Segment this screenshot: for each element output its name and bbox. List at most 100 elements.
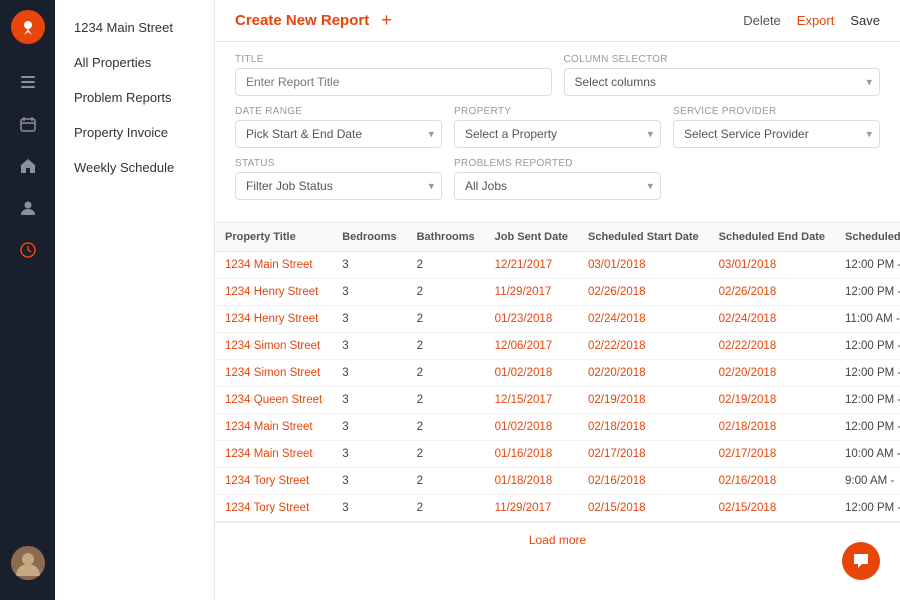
chat-bubble-button[interactable] bbox=[842, 542, 880, 580]
cell-job-sent: 01/02/2018 bbox=[485, 414, 578, 441]
sidebar-item-checklist[interactable] bbox=[10, 64, 46, 100]
title-input[interactable] bbox=[235, 68, 552, 96]
cell-property[interactable]: 1234 Henry Street bbox=[215, 279, 332, 306]
nav-item-all-properties[interactable]: All Properties bbox=[55, 45, 214, 80]
form-row-1: Title Column Selector Select columns bbox=[235, 54, 880, 96]
cell-sched-end: 02/17/2018 bbox=[709, 441, 835, 468]
status-label: Status bbox=[235, 158, 442, 169]
cell-bedrooms: 3 bbox=[332, 333, 406, 360]
property-wrapper: Select a Property bbox=[454, 120, 661, 148]
spacer-group bbox=[673, 158, 880, 200]
problems-reported-label: Problems Reported bbox=[454, 158, 661, 169]
cell-job-sent: 11/29/2017 bbox=[485, 495, 578, 522]
cell-bedrooms: 3 bbox=[332, 468, 406, 495]
cell-property[interactable]: 1234 Simon Street bbox=[215, 333, 332, 360]
sidebar-item-home[interactable] bbox=[10, 148, 46, 184]
cell-sched-start: 02/26/2018 bbox=[578, 279, 709, 306]
service-provider-select[interactable]: Select Service Provider bbox=[673, 120, 880, 148]
cell-property[interactable]: 1234 Tory Street bbox=[215, 468, 332, 495]
cell-bedrooms: 3 bbox=[332, 360, 406, 387]
cell-sched-start: 02/16/2018 bbox=[578, 468, 709, 495]
cell-property[interactable]: 1234 Main Street bbox=[215, 252, 332, 279]
property-group: Property Select a Property bbox=[454, 106, 661, 148]
cell-sched-end: 03/01/2018 bbox=[709, 252, 835, 279]
nav-item-problem-reports[interactable]: Problem Reports bbox=[55, 80, 214, 115]
cell-bedrooms: 3 bbox=[332, 441, 406, 468]
load-more-button[interactable]: Load more bbox=[215, 522, 900, 557]
property-select[interactable]: Select a Property bbox=[454, 120, 661, 148]
app-logo[interactable] bbox=[11, 10, 45, 44]
table-row[interactable]: 1234 Queen Street 3 2 12/15/2017 02/19/2… bbox=[215, 387, 900, 414]
sidebar-item-calendar[interactable] bbox=[10, 106, 46, 142]
sidebar-item-person[interactable] bbox=[10, 190, 46, 226]
service-provider-wrapper: Select Service Provider bbox=[673, 120, 880, 148]
cell-property[interactable]: 1234 Simon Street bbox=[215, 360, 332, 387]
cell-scheduled: 12:00 PM - bbox=[835, 252, 900, 279]
report-form: Title Column Selector Select columns Dat… bbox=[215, 42, 900, 222]
table-row[interactable]: 1234 Main Street 3 2 01/16/2018 02/17/20… bbox=[215, 441, 900, 468]
cell-bathrooms: 2 bbox=[407, 387, 485, 414]
col-bathrooms: Bathrooms bbox=[407, 223, 485, 252]
cell-bathrooms: 2 bbox=[407, 252, 485, 279]
service-provider-label: Service Provider bbox=[673, 106, 880, 117]
cell-property[interactable]: 1234 Queen Street bbox=[215, 387, 332, 414]
page-title: Create New Report bbox=[235, 12, 369, 29]
cell-sched-end: 02/26/2018 bbox=[709, 279, 835, 306]
cell-bathrooms: 2 bbox=[407, 495, 485, 522]
cell-bedrooms: 3 bbox=[332, 279, 406, 306]
table-row[interactable]: 1234 Henry Street 3 2 01/23/2018 02/24/2… bbox=[215, 306, 900, 333]
table-row[interactable]: 1234 Simon Street 3 2 12/06/2017 02/22/2… bbox=[215, 333, 900, 360]
sidebar-item-clock[interactable] bbox=[10, 232, 46, 268]
add-report-button[interactable]: + bbox=[381, 10, 392, 31]
cell-bedrooms: 3 bbox=[332, 414, 406, 441]
cell-property[interactable]: 1234 Tory Street bbox=[215, 495, 332, 522]
export-button[interactable]: Export bbox=[797, 13, 835, 28]
table-row[interactable]: 1234 Main Street 3 2 01/02/2018 02/18/20… bbox=[215, 414, 900, 441]
save-button[interactable]: Save bbox=[850, 13, 880, 28]
cell-bathrooms: 2 bbox=[407, 441, 485, 468]
date-range-select[interactable]: Pick Start & End Date bbox=[235, 120, 442, 148]
status-select[interactable]: Filter Job Status bbox=[235, 172, 442, 200]
date-range-label: Date Range bbox=[235, 106, 442, 117]
problems-reported-select[interactable]: All Jobs bbox=[454, 172, 661, 200]
title-label: Title bbox=[235, 54, 552, 65]
cell-property[interactable]: 1234 Main Street bbox=[215, 414, 332, 441]
table-row[interactable]: 1234 Tory Street 3 2 01/18/2018 02/16/20… bbox=[215, 468, 900, 495]
cell-sched-end: 02/19/2018 bbox=[709, 387, 835, 414]
main-content: Create New Report + Delete Export Save T… bbox=[215, 0, 900, 600]
user-avatar[interactable] bbox=[11, 546, 45, 580]
cell-sched-end: 02/18/2018 bbox=[709, 414, 835, 441]
service-provider-group: Service Provider Select Service Provider bbox=[673, 106, 880, 148]
col-scheduled-start-date: Scheduled Start Date bbox=[578, 223, 709, 252]
cell-scheduled: 10:00 AM - bbox=[835, 441, 900, 468]
table-row[interactable]: 1234 Tory Street 3 2 11/29/2017 02/15/20… bbox=[215, 495, 900, 522]
cell-job-sent: 01/02/2018 bbox=[485, 360, 578, 387]
column-selector-select[interactable]: Select columns bbox=[564, 68, 881, 96]
table-row[interactable]: 1234 Simon Street 3 2 01/02/2018 02/20/2… bbox=[215, 360, 900, 387]
cell-sched-start: 02/22/2018 bbox=[578, 333, 709, 360]
table-row[interactable]: 1234 Henry Street 3 2 11/29/2017 02/26/2… bbox=[215, 279, 900, 306]
title-group: Title bbox=[235, 54, 552, 96]
cell-sched-start: 02/15/2018 bbox=[578, 495, 709, 522]
col-scheduled-end-date: Scheduled End Date bbox=[709, 223, 835, 252]
nav-item-weekly-schedule[interactable]: Weekly Schedule bbox=[55, 150, 214, 185]
table-row[interactable]: 1234 Main Street 3 2 12/21/2017 03/01/20… bbox=[215, 252, 900, 279]
nav-item-property-invoice[interactable]: Property Invoice bbox=[55, 115, 214, 150]
cell-bedrooms: 3 bbox=[332, 306, 406, 333]
data-table-container[interactable]: Property Title Bedrooms Bathrooms Job Se… bbox=[215, 222, 900, 600]
cell-sched-start: 02/20/2018 bbox=[578, 360, 709, 387]
date-range-group: Date Range Pick Start & End Date bbox=[235, 106, 442, 148]
header-actions: Delete Export Save bbox=[743, 13, 880, 28]
cell-bedrooms: 3 bbox=[332, 252, 406, 279]
cell-scheduled: 11:00 AM - bbox=[835, 306, 900, 333]
cell-sched-start: 02/19/2018 bbox=[578, 387, 709, 414]
column-selector-wrapper: Select columns bbox=[564, 68, 881, 96]
cell-job-sent: 12/21/2017 bbox=[485, 252, 578, 279]
cell-property[interactable]: 1234 Henry Street bbox=[215, 306, 332, 333]
cell-scheduled: 12:00 PM - bbox=[835, 414, 900, 441]
cell-property[interactable]: 1234 Main Street bbox=[215, 441, 332, 468]
delete-button[interactable]: Delete bbox=[743, 13, 781, 28]
nav-item-main-street[interactable]: 1234 Main Street bbox=[55, 10, 214, 45]
cell-bedrooms: 3 bbox=[332, 387, 406, 414]
cell-job-sent: 01/18/2018 bbox=[485, 468, 578, 495]
